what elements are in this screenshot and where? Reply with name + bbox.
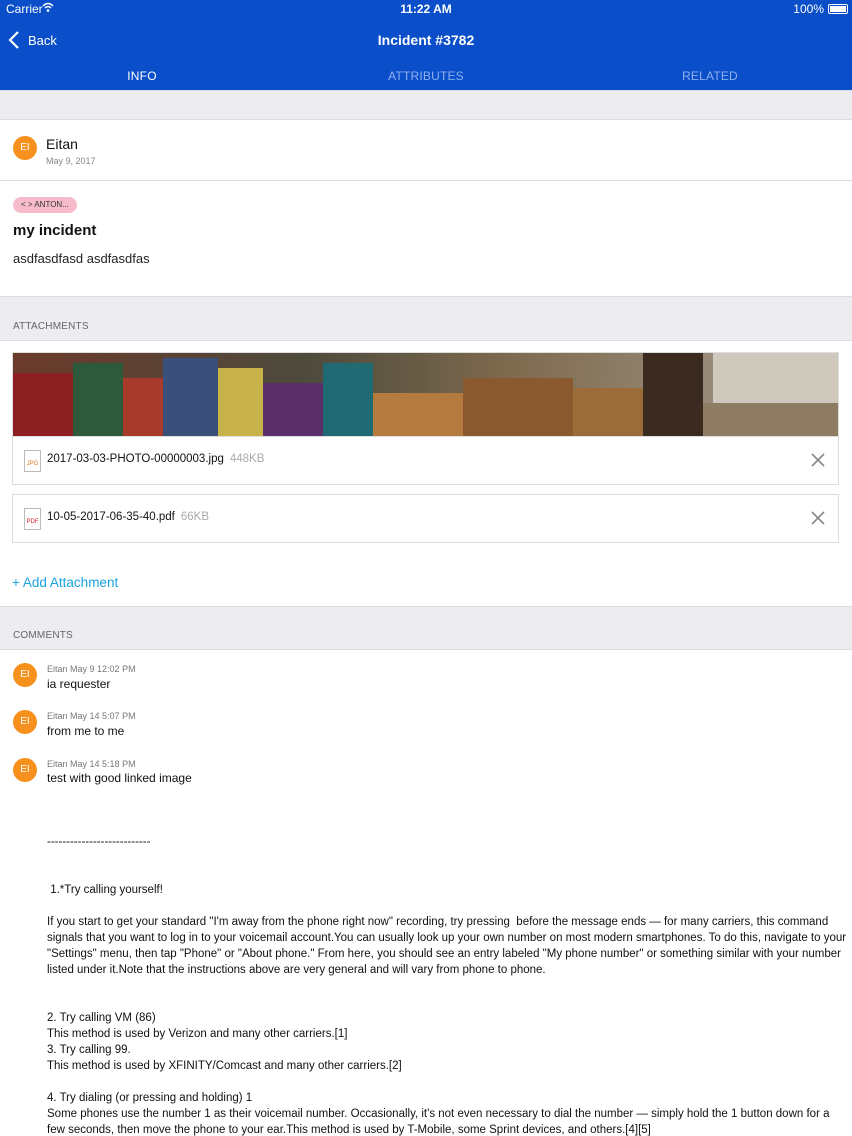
comment-paragraph: 2. Try calling VM (86) This method is us…	[47, 1012, 402, 1072]
attachment-row[interactable]: JPG 2017-03-03-PHOTO-00000003.jpg 448KB	[12, 436, 839, 485]
attachment-name: 2017-03-03-PHOTO-00000003.jpg 448KB	[47, 453, 264, 465]
comment-paragraph: If you start to get your standard "I'm a…	[47, 916, 850, 976]
page-title: Incident #3782	[377, 32, 475, 48]
file-type-label: PDF	[26, 519, 39, 525]
comments-header	[0, 606, 852, 650]
add-attachment-button[interactable]: + Add Attachment	[12, 575, 118, 590]
comment-author: Eitan	[47, 759, 68, 769]
comment-author: Eitan	[47, 711, 68, 721]
comment-time: May 9 12:02 PM	[70, 664, 136, 674]
avatar: EI	[13, 710, 37, 734]
tab-attributes[interactable]: ATTRIBUTES	[284, 62, 568, 90]
incident-author: Eitan	[46, 136, 78, 152]
incident-title: my incident	[13, 222, 97, 239]
jpg-file-icon: JPG	[24, 450, 41, 472]
attachment-name: 10-05-2017-06-35-40.pdf 66KB	[47, 511, 209, 523]
comment-author: Eitan	[47, 664, 68, 674]
comment-time: May 14 5:07 PM	[70, 711, 136, 721]
comment-meta: Eitan May 14 5:18 PM	[47, 759, 136, 769]
status-time: 11:22 AM	[400, 2, 452, 16]
attachment-size: 66KB	[180, 511, 210, 523]
divider	[0, 180, 852, 181]
comment-text: ia requester	[47, 677, 111, 691]
status-bar: Carrier 11:22 AM 100%	[0, 0, 852, 18]
incident-tag[interactable]: < > ANTON...	[13, 197, 77, 213]
battery-percent: 100%	[793, 2, 824, 16]
attachments-header	[0, 296, 852, 341]
file-type-label: JPG	[26, 461, 39, 467]
comment-step-heading: 1.*Try calling yourself!	[47, 884, 163, 896]
attachment-size: 448KB	[229, 453, 265, 465]
attachment-row[interactable]: PDF 10-05-2017-06-35-40.pdf 66KB	[12, 494, 839, 543]
comments-section-label: COMMENTS	[13, 630, 73, 641]
top-spacer	[0, 90, 852, 120]
comment-text: test with good linked image	[47, 771, 192, 785]
avatar: EI	[13, 663, 37, 687]
attachment-filename: 2017-03-03-PHOTO-00000003.jpg	[47, 453, 224, 465]
incident-description: asdfasdfasd asdfasdfas	[13, 251, 150, 266]
attachments-section-label: ATTACHMENTS	[13, 321, 89, 332]
attachment-filename: 10-05-2017-06-35-40.pdf	[47, 511, 175, 523]
pdf-file-icon: PDF	[24, 508, 41, 530]
avatar: EI	[13, 758, 37, 782]
remove-attachment-icon[interactable]	[810, 510, 826, 526]
remove-attachment-icon[interactable]	[810, 452, 826, 468]
comment-meta: Eitan May 14 5:07 PM	[47, 711, 136, 721]
comment-separator: ---------------------------	[47, 836, 151, 848]
comment-meta: Eitan May 9 12:02 PM	[47, 664, 136, 674]
tab-related[interactable]: RELATED	[568, 62, 852, 90]
comment-text: from me to me	[47, 724, 125, 738]
battery-icon	[828, 4, 848, 14]
comment-time: May 14 5:18 PM	[70, 759, 136, 769]
tab-info[interactable]: INFO	[0, 62, 284, 90]
tab-bar: INFO ATTRIBUTES RELATED	[0, 62, 852, 90]
avatar: EI	[13, 136, 37, 160]
attachment-image-preview[interactable]	[12, 352, 839, 437]
navigation-bar: Back Incident #3782	[0, 18, 852, 62]
incident-date: May 9, 2017	[46, 156, 96, 166]
photo-thumbnail	[13, 353, 838, 436]
comment-paragraph: 4. Try dialing (or pressing and holding)…	[47, 1092, 830, 1136]
